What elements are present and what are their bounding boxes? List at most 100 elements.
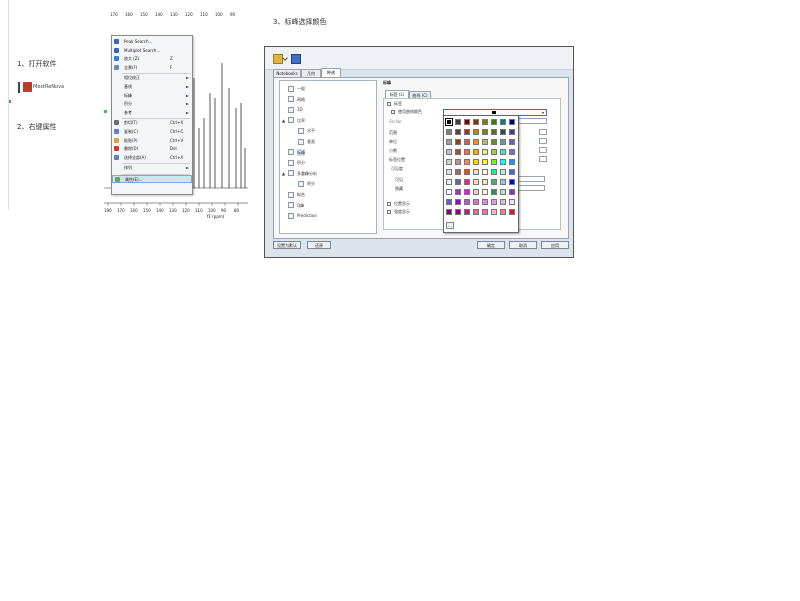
context-menu-item[interactable]: 排列 ►: [112, 164, 192, 172]
color-swatch[interactable]: [509, 129, 515, 135]
color-swatch[interactable]: [509, 199, 515, 205]
color-swatch[interactable]: [455, 129, 461, 135]
color-swatch[interactable]: [482, 199, 488, 205]
save-icon[interactable]: [291, 54, 301, 64]
color-swatch[interactable]: [482, 179, 488, 185]
color-swatch[interactable]: [464, 169, 470, 175]
context-menu-item[interactable]: 全景(F) F: [112, 64, 192, 72]
color-swatch[interactable]: [500, 179, 506, 185]
color-swatch[interactable]: [491, 179, 497, 185]
color-palette-dropdown[interactable]: ...: [443, 115, 519, 233]
color-swatch[interactable]: [473, 119, 479, 125]
position-show-checkbox[interactable]: [387, 202, 391, 206]
more-colors-button[interactable]: ...: [446, 222, 454, 229]
context-menu-item[interactable]: 选择全部(A) Ctrl+A: [112, 154, 192, 162]
color-swatch[interactable]: [473, 139, 479, 145]
tree-item-label[interactable]: 比率: [297, 117, 305, 124]
context-menu-item[interactable]: 剪切(T) Ctrl+X: [112, 119, 192, 127]
tree-item-label[interactable]: Q峰: [297, 202, 304, 209]
color-swatch[interactable]: [491, 129, 497, 135]
tree-item-label[interactable]: 1D: [297, 106, 303, 113]
color-swatch[interactable]: [482, 119, 488, 125]
context-menu-item[interactable]: 粘贴(P) Ctrl+V: [112, 137, 192, 145]
mestrenova-app-icon[interactable]: [18, 82, 32, 93]
tree-item-label[interactable]: Prediction: [297, 212, 317, 219]
context-menu-item[interactable]: 删除(D) Del: [112, 145, 192, 153]
context-menu-item[interactable]: 复制(C) Ctrl+C: [112, 128, 192, 136]
tree-item-label[interactable]: 积分: [297, 159, 305, 166]
color-swatch[interactable]: [473, 149, 479, 155]
color-swatch[interactable]: [446, 189, 452, 195]
color-swatch[interactable]: [455, 169, 461, 175]
tab-geometry[interactable]: 几何: [301, 69, 321, 77]
color-swatch[interactable]: [446, 159, 452, 165]
use-curve-color-checkbox[interactable]: [391, 110, 395, 114]
color-swatch[interactable]: [491, 119, 497, 125]
tab-spectrum[interactable]: 种谱: [321, 68, 341, 77]
color-swatch[interactable]: [500, 129, 506, 135]
color-swatch[interactable]: [500, 209, 506, 215]
color-swatch[interactable]: [455, 119, 461, 125]
color-swatch[interactable]: [473, 159, 479, 165]
color-swatch[interactable]: [500, 139, 506, 145]
tree-item-label[interactable]: 网格: [297, 96, 305, 103]
color-swatch[interactable]: [473, 169, 479, 175]
color-swatch[interactable]: [446, 169, 452, 175]
color-swatch[interactable]: [491, 189, 497, 195]
context-menu-item[interactable]: Multiplet Search...: [112, 47, 192, 55]
expand-toggle-icon[interactable]: ▲: [282, 117, 285, 124]
color-swatch[interactable]: [509, 159, 515, 165]
color-swatch[interactable]: [446, 129, 452, 135]
context-menu-item[interactable]: 放大 (Z) Z: [112, 55, 192, 63]
color-swatch[interactable]: [509, 119, 515, 125]
color-swatch[interactable]: [500, 149, 506, 155]
color-swatch[interactable]: [473, 199, 479, 205]
color-swatch[interactable]: [455, 179, 461, 185]
context-menu-item[interactable]: 属性(E)...: [112, 175, 192, 183]
show-label-checkbox[interactable]: [387, 102, 391, 106]
color-swatch[interactable]: [509, 139, 515, 145]
range-stepper[interactable]: [539, 129, 547, 135]
color-swatch[interactable]: [473, 129, 479, 135]
color-swatch[interactable]: [445, 118, 453, 126]
color-swatch[interactable]: [509, 209, 515, 215]
color-swatch[interactable]: [482, 189, 488, 195]
color-swatch[interactable]: [455, 189, 461, 195]
color-swatch[interactable]: [446, 179, 452, 185]
ok-button[interactable]: 确定: [477, 241, 505, 249]
tree-item-label[interactable]: 垂直: [307, 138, 315, 145]
color-swatch[interactable]: [473, 189, 479, 195]
color-swatch[interactable]: [473, 209, 479, 215]
tree-item-label[interactable]: 标峰: [297, 148, 305, 156]
tree-item-label[interactable]: 拟合: [297, 191, 305, 198]
color-swatch[interactable]: [464, 139, 470, 145]
color-swatch[interactable]: [491, 209, 497, 215]
context-menu[interactable]: Peak Search... Multiplet Search... 放大 (Z) Z…: [111, 35, 193, 195]
color-swatch[interactable]: [482, 149, 488, 155]
color-swatch[interactable]: [473, 179, 479, 185]
color-swatch[interactable]: [491, 169, 497, 175]
color-swatch[interactable]: [482, 129, 488, 135]
color-swatch[interactable]: [491, 149, 497, 155]
color-swatch[interactable]: [464, 189, 470, 195]
color-swatch[interactable]: [464, 179, 470, 185]
color-swatch[interactable]: [500, 119, 506, 125]
color-swatch[interactable]: [455, 199, 461, 205]
color-swatch[interactable]: [500, 189, 506, 195]
color-swatch[interactable]: [500, 169, 506, 175]
color-swatch[interactable]: [509, 169, 515, 175]
color-swatch[interactable]: [464, 129, 470, 135]
color-swatch[interactable]: [509, 189, 515, 195]
context-menu-item[interactable]: Peak Search...: [112, 38, 192, 46]
color-swatch[interactable]: [464, 119, 470, 125]
color-swatch[interactable]: [509, 179, 515, 185]
color-swatch[interactable]: [482, 209, 488, 215]
decimals-stepper[interactable]: [539, 147, 547, 153]
color-swatch[interactable]: [464, 159, 470, 165]
context-menu-item[interactable]: 基线 ►: [112, 83, 192, 91]
color-swatch[interactable]: [482, 169, 488, 175]
context-menu-item[interactable]: 相位校正 ►: [112, 74, 192, 82]
context-menu-item[interactable]: 标峰 ►: [112, 92, 192, 100]
settings-tree[interactable]: 一般 网格 1D ▲ 比率 水平 垂直 标峰 积分 ▲ 多重峰分析 积分 拟合 Q峰 Prediction: [279, 80, 377, 234]
tab-notebooks[interactable]: Notebooks: [273, 69, 301, 77]
